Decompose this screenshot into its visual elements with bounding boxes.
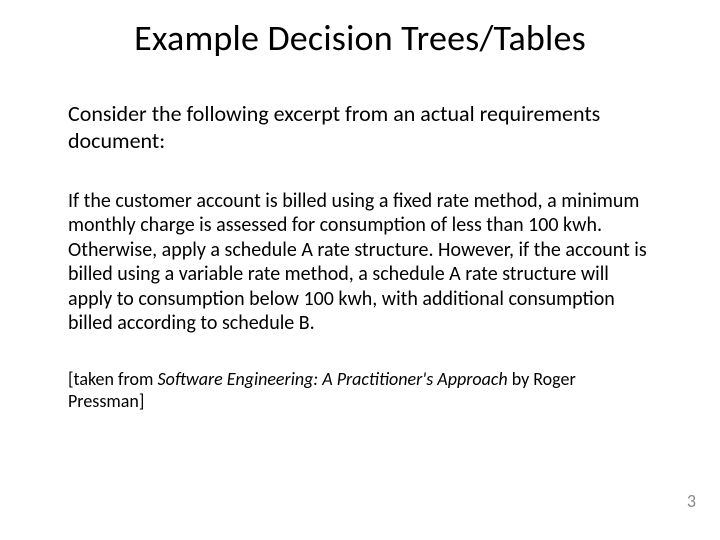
citation-book-title: Software Engineering: A Practitioner's A…: [157, 368, 507, 390]
page-number: 3: [687, 490, 696, 512]
intro-paragraph: Consider the following excerpt from an a…: [68, 101, 652, 155]
citation-prefix: [taken from: [68, 368, 157, 390]
slide-title: Example Decision Trees/Tables: [68, 18, 652, 59]
citation: [taken from Software Engineering: A Prac…: [68, 369, 652, 412]
slide: Example Decision Trees/Tables Consider t…: [0, 0, 720, 540]
body-paragraph: If the customer account is billed using …: [68, 189, 652, 335]
